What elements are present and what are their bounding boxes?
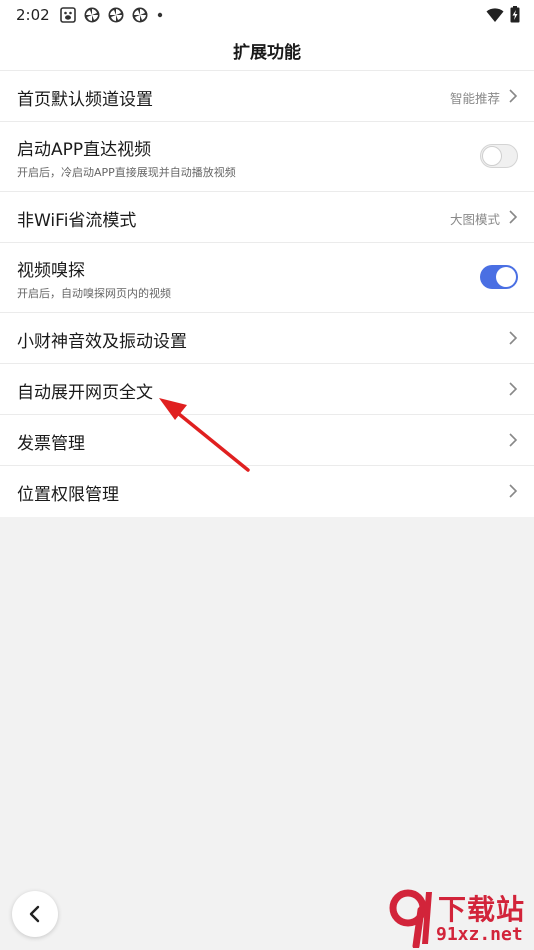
chevron-right-icon <box>509 331 518 345</box>
chevron-left-icon <box>29 905 40 923</box>
chevron-right-icon <box>509 484 518 498</box>
chevron-right-icon <box>509 89 518 103</box>
pinwheel-icon <box>132 7 148 23</box>
row-title: 自动展开网页全文 <box>17 383 153 403</box>
row-title: 首页默认频道设置 <box>17 90 153 110</box>
watermark-text: 下载站 <box>438 893 526 926</box>
row-subtitle: 开启后，冷启动APP直接展现并自动播放视频 <box>17 166 236 179</box>
settings-row-location-permission[interactable]: 位置权限管理 <box>0 466 534 517</box>
settings-row-homepage-channel[interactable]: 首页默认频道设置 智能推荐 <box>0 71 534 122</box>
battery-charging-icon <box>510 6 520 23</box>
row-title: 小财神音效及振动设置 <box>17 332 187 352</box>
site-watermark: 下载站 91xz.net <box>388 886 532 948</box>
back-button[interactable] <box>12 891 58 937</box>
settings-row-invoice[interactable]: 发票管理 <box>0 415 534 466</box>
settings-row-auto-expand-page[interactable]: 自动展开网页全文 <box>0 364 534 415</box>
page-title: 扩展功能 <box>233 43 301 63</box>
row-subtitle: 开启后，自动嗅探网页内的视频 <box>17 287 171 300</box>
row-title: 位置权限管理 <box>17 485 119 505</box>
settings-row-sound-vibration[interactable]: 小财神音效及振动设置 <box>0 313 534 364</box>
watermark-url: 91xz.net <box>436 924 523 945</box>
chevron-right-icon <box>509 210 518 224</box>
settings-list: 首页默认频道设置 智能推荐 启动APP直达视频 开启后，冷启动APP直接展现并自… <box>0 71 534 517</box>
row-value: 智能推荐 <box>449 91 500 106</box>
title-bar: 扩展功能 <box>0 30 534 71</box>
baidu-app-icon <box>60 7 76 23</box>
pinwheel-icon <box>84 7 100 23</box>
settings-row-video-sniffing: 视频嗅探 开启后，自动嗅探网页内的视频 <box>0 243 534 313</box>
video-sniffing-toggle[interactable] <box>480 265 518 289</box>
status-system-icons <box>486 6 520 23</box>
settings-row-non-wifi-saving[interactable]: 非WiFi省流模式 大图模式 <box>0 192 534 243</box>
status-notification-icons <box>60 7 164 23</box>
watermark-logo-icon <box>389 889 432 948</box>
row-value: 大图模式 <box>449 212 500 227</box>
toggle-knob <box>482 146 502 166</box>
chevron-right-icon <box>509 433 518 447</box>
row-title: 非WiFi省流模式 <box>17 211 137 231</box>
chevron-right-icon <box>509 382 518 396</box>
wifi-icon <box>486 7 504 22</box>
pinwheel-icon <box>108 7 124 23</box>
row-title: 启动APP直达视频 <box>17 140 152 160</box>
dot-icon <box>157 12 163 18</box>
launch-video-toggle[interactable] <box>480 144 518 168</box>
settings-row-launch-video: 启动APP直达视频 开启后，冷启动APP直接展现并自动播放视频 <box>0 122 534 192</box>
status-time: 2:02 <box>16 6 50 24</box>
toggle-knob <box>496 267 516 287</box>
status-bar: 2:02 <box>0 0 534 30</box>
row-title: 视频嗅探 <box>17 261 85 281</box>
row-title: 发票管理 <box>17 434 85 454</box>
